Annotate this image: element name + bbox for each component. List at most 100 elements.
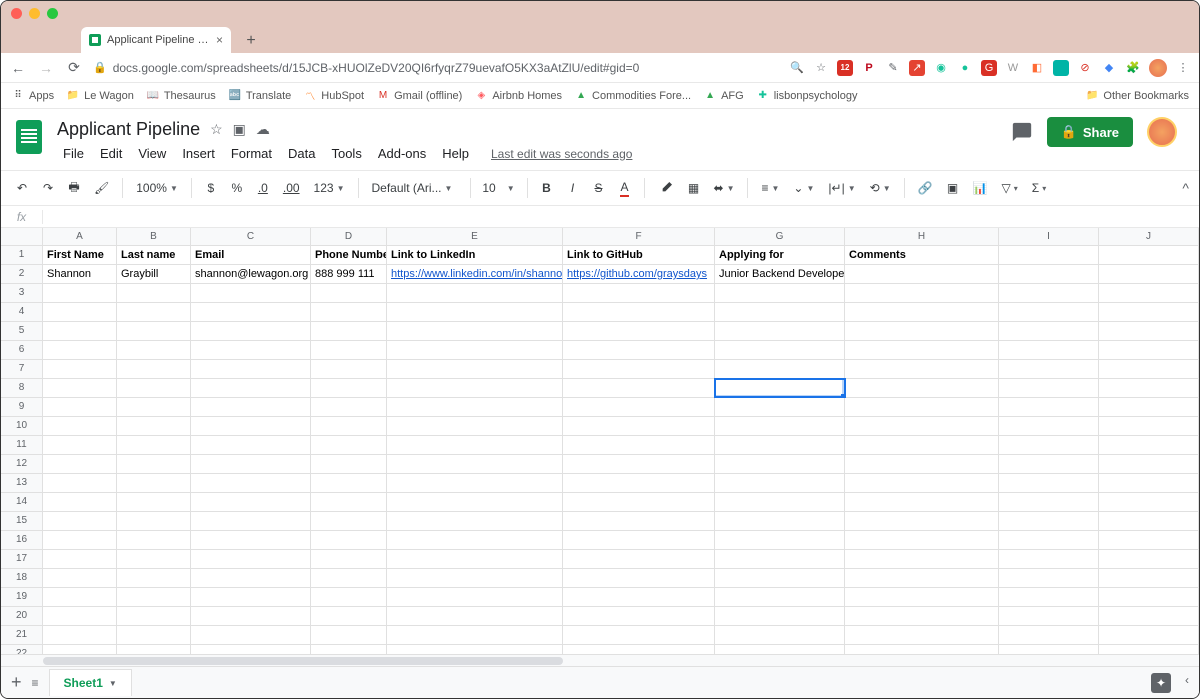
cell[interactable] (715, 550, 845, 568)
v-align-button[interactable]: ⌄▼ (788, 179, 819, 197)
move-doc-icon[interactable]: ▣ (233, 121, 246, 138)
ext-red-icon[interactable]: G (981, 60, 997, 76)
cell[interactable] (563, 607, 715, 625)
row-header-15[interactable]: 15 (1, 512, 43, 530)
cell[interactable] (43, 531, 117, 549)
row-header-7[interactable]: 7 (1, 360, 43, 378)
cell[interactable] (117, 493, 191, 511)
font-size-select[interactable]: 10▼ (479, 179, 519, 197)
cell[interactable] (311, 512, 387, 530)
bookmark-item[interactable]: ✚lisbonpsychology (756, 89, 858, 103)
bookmark-item[interactable]: 🔤Translate (228, 89, 291, 103)
row-header-21[interactable]: 21 (1, 626, 43, 644)
cell[interactable] (845, 531, 999, 549)
ext-blue-icon[interactable]: ◆ (1101, 60, 1117, 76)
cell[interactable] (1099, 417, 1199, 435)
calendar-ext-icon[interactable]: 12 (837, 60, 853, 76)
row-header-13[interactable]: 13 (1, 474, 43, 492)
row-header-11[interactable]: 11 (1, 436, 43, 454)
cell[interactable] (117, 550, 191, 568)
link-button[interactable]: 🔗 (913, 177, 938, 199)
cell[interactable]: shannon@lewagon.org (191, 265, 311, 283)
forward-button[interactable]: → (37, 60, 55, 76)
number-format-select[interactable]: 123▼ (309, 179, 350, 197)
cell[interactable] (43, 569, 117, 587)
cell[interactable] (387, 550, 563, 568)
sheets-logo[interactable] (9, 117, 49, 157)
cell[interactable] (715, 322, 845, 340)
cell[interactable] (387, 379, 563, 397)
cell[interactable] (191, 398, 311, 416)
merge-button[interactable]: ⬌▼ (709, 179, 740, 197)
cell[interactable]: Junior Backend Developer (715, 265, 845, 283)
cell[interactable] (387, 512, 563, 530)
cell[interactable] (311, 550, 387, 568)
col-header-J[interactable]: J (1099, 228, 1199, 245)
cell[interactable] (999, 360, 1099, 378)
col-header-H[interactable]: H (845, 228, 999, 245)
row-header-12[interactable]: 12 (1, 455, 43, 473)
cell[interactable] (999, 455, 1099, 473)
cell[interactable] (43, 550, 117, 568)
cell[interactable] (999, 626, 1099, 644)
cell[interactable] (43, 284, 117, 302)
italic-button[interactable]: I (562, 177, 584, 199)
cell[interactable] (563, 303, 715, 321)
text-color-button[interactable]: A (614, 176, 636, 201)
row-header-2[interactable]: 2 (1, 265, 43, 283)
cell[interactable] (563, 322, 715, 340)
cell[interactable] (311, 360, 387, 378)
bookmark-item[interactable]: MGmail (offline) (376, 89, 462, 103)
menu-insert[interactable]: Insert (176, 143, 221, 164)
reload-button[interactable]: ⟳ (65, 59, 83, 76)
cell[interactable] (999, 303, 1099, 321)
row-header-19[interactable]: 19 (1, 588, 43, 606)
cell[interactable] (191, 417, 311, 435)
cell[interactable] (387, 455, 563, 473)
cell[interactable] (387, 493, 563, 511)
cell[interactable] (43, 588, 117, 606)
cell[interactable]: 888 999 111 (311, 265, 387, 283)
bold-button[interactable]: B (536, 177, 558, 199)
new-tab-button[interactable]: + (239, 29, 263, 53)
cell[interactable] (715, 512, 845, 530)
cell[interactable] (191, 436, 311, 454)
ext-w-icon[interactable]: W (1005, 60, 1021, 76)
cell[interactable] (845, 645, 999, 654)
row-header-14[interactable]: 14 (1, 493, 43, 511)
cell[interactable] (1099, 436, 1199, 454)
cell[interactable] (43, 626, 117, 644)
cell[interactable] (845, 265, 999, 283)
sheet-scroll-left[interactable]: ‹ (1185, 673, 1189, 693)
cell[interactable] (387, 569, 563, 587)
cell[interactable] (1099, 607, 1199, 625)
cell[interactable] (191, 626, 311, 644)
menu-file[interactable]: File (57, 143, 90, 164)
row-header-17[interactable]: 17 (1, 550, 43, 568)
col-header-E[interactable]: E (387, 228, 563, 245)
cell[interactable] (117, 588, 191, 606)
cell[interactable] (117, 379, 191, 397)
cell[interactable] (191, 322, 311, 340)
cell[interactable] (845, 512, 999, 530)
cell[interactable] (563, 284, 715, 302)
cell[interactable] (999, 531, 1099, 549)
cell[interactable] (311, 626, 387, 644)
cell[interactable] (311, 341, 387, 359)
cell[interactable] (387, 626, 563, 644)
cell[interactable]: Graybill (117, 265, 191, 283)
cell[interactable] (1099, 474, 1199, 492)
cell[interactable] (999, 246, 1099, 264)
cell[interactable] (715, 626, 845, 644)
cell[interactable] (999, 265, 1099, 283)
cell[interactable] (311, 493, 387, 511)
cell[interactable] (117, 322, 191, 340)
row-header-3[interactable]: 3 (1, 284, 43, 302)
cell[interactable] (191, 569, 311, 587)
cell[interactable] (311, 436, 387, 454)
wrap-button[interactable]: |↵|▼ (823, 179, 860, 197)
cell[interactable] (191, 607, 311, 625)
print-button[interactable]: 🖶 (63, 174, 85, 203)
cell[interactable] (845, 322, 999, 340)
menu-add-ons[interactable]: Add-ons (372, 143, 432, 164)
